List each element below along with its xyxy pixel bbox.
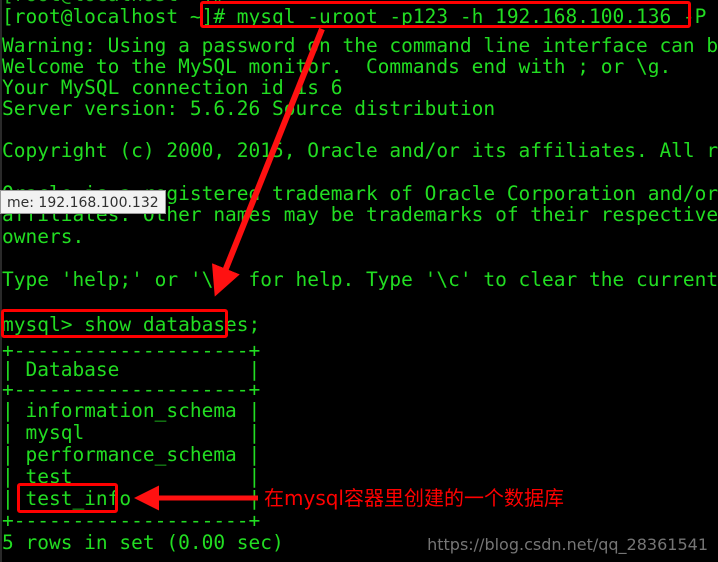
terminal-line-4: Server version: 5.6.26 Source distributi… [2, 97, 496, 120]
terminal-line-6: Copyright (c) 2000, 2015, Oracle and/or … [2, 139, 718, 162]
terminal-line-0: [root@localhost ~]# mysql -uroot -p123 -… [2, 5, 718, 28]
blog-watermark: https://blog.csdn.net/qq_28361541 [427, 535, 708, 554]
terminal-screenshot: [root@localhost ~]# [root@localhost ~]# … [0, 0, 718, 562]
terminal-line-12: Type 'help;' or '\h' for help. Type '\c'… [2, 268, 718, 291]
terminal-line-10: owners. [2, 225, 85, 248]
host-tooltip: me: 192.168.100.132 [0, 190, 166, 214]
terminal-line-24: 5 rows in set (0.00 sec) [2, 531, 284, 554]
terminal-line-14: mysql> show databases; [2, 313, 261, 336]
terminal-output[interactable]: [root@localhost ~]# [root@localhost ~]# … [0, 0, 718, 562]
